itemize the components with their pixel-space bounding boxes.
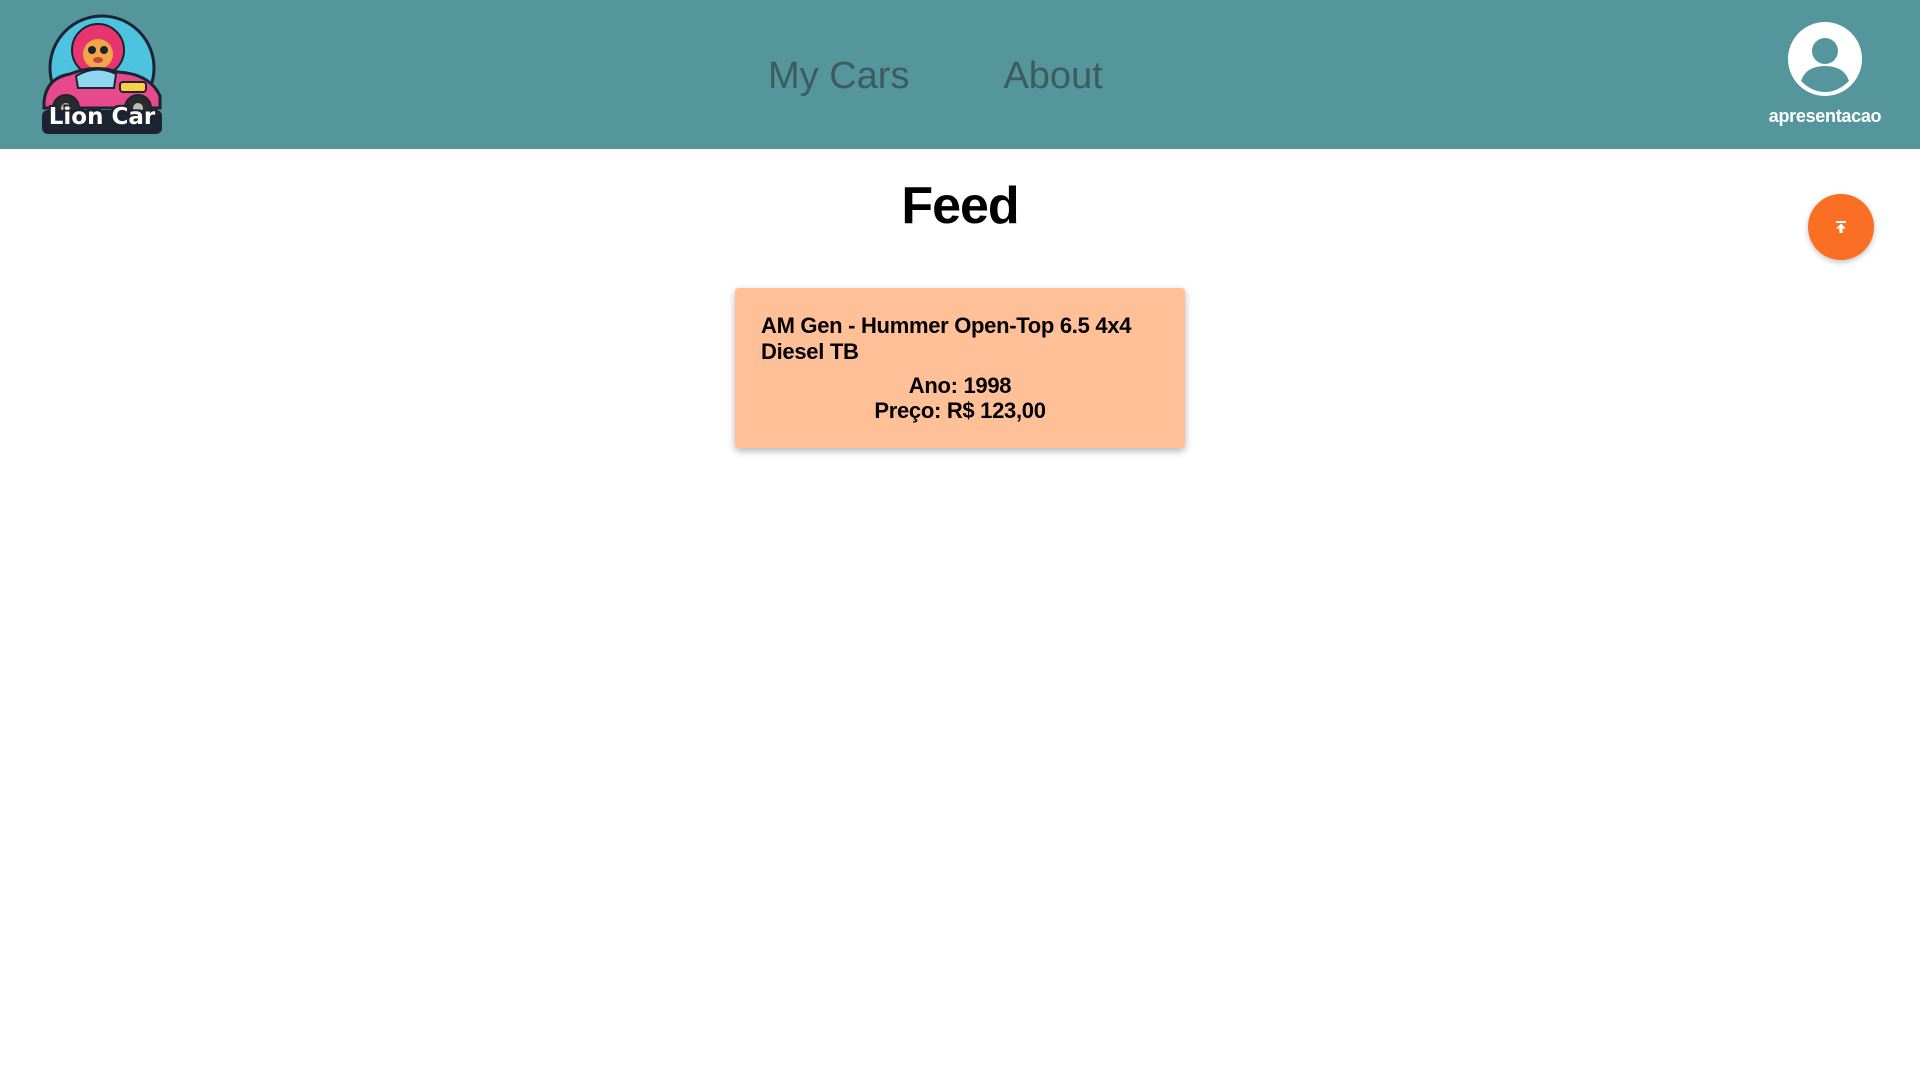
main-nav: My Cars About	[768, 50, 1103, 102]
feed-list: AM Gen - Hummer Open-Top 6.5 4x4 Diesel …	[735, 288, 1185, 448]
car-title: AM Gen - Hummer Open-Top 6.5 4x4 Diesel …	[761, 313, 1132, 364]
navbar: Lion Car My Cars About apresentacao	[0, 0, 1920, 149]
car-price: Preço: R$ 123,00	[874, 398, 1046, 423]
user-menu[interactable]: apresentacao	[1760, 22, 1890, 132]
username: apresentacao	[1768, 106, 1882, 126]
car-year: Ano: 1998	[908, 373, 1012, 398]
nav-link-my-cars[interactable]: My Cars	[768, 50, 909, 102]
lion-car-logo[interactable]: Lion Car	[36, 12, 168, 136]
logo-text: Lion Car	[48, 104, 156, 130]
page-title: Feed	[901, 177, 1019, 235]
upload-button[interactable]	[1808, 194, 1874, 260]
user-avatar-icon	[1788, 22, 1862, 96]
car-card[interactable]: AM Gen - Hummer Open-Top 6.5 4x4 Diesel …	[735, 288, 1185, 448]
upload-icon	[1836, 221, 1846, 233]
nav-link-about[interactable]: About	[1003, 50, 1102, 102]
